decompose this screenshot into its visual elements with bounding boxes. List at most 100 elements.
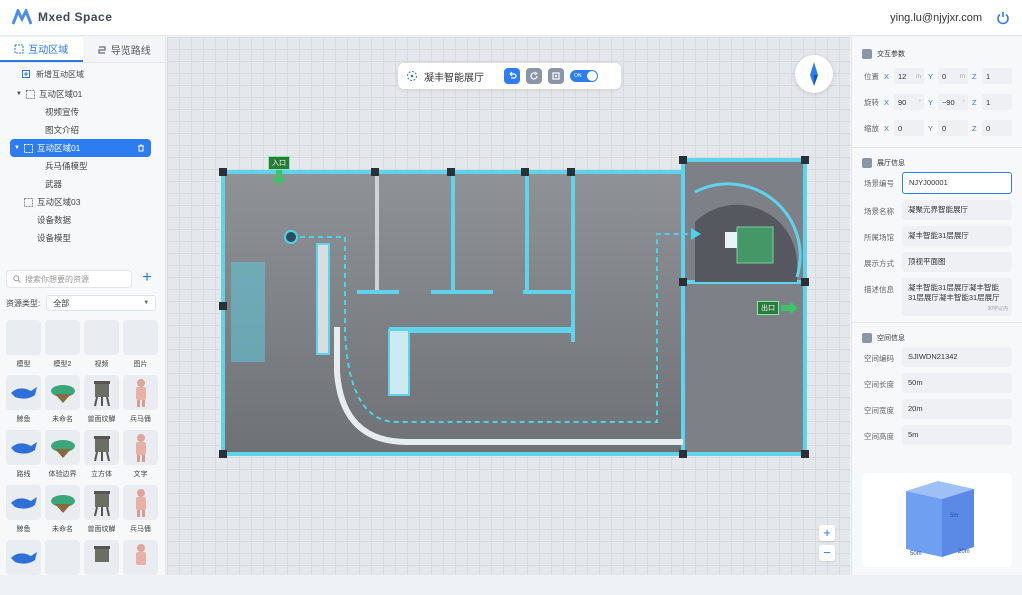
tree-item-area01-selected[interactable]: ▼ 互动区域01 (10, 139, 151, 157)
caret-down-icon: ▼ (143, 300, 150, 306)
asset-item[interactable]: 立方体 (84, 430, 119, 485)
caret-down-icon[interactable]: ▼ (16, 91, 22, 97)
tree-item-device-model[interactable]: 设备模型 (0, 229, 165, 247)
divider (852, 147, 1022, 148)
field-label: 展示方式 (864, 259, 894, 268)
scene-id-input[interactable]: NJYJ00001 (902, 172, 1012, 194)
refresh-icon (530, 71, 538, 80)
display-mode-input[interactable]: 顶视平面图 (902, 252, 1012, 272)
add-asset-button[interactable]: + (138, 270, 156, 288)
bronze-vessel-icon (84, 540, 119, 575)
position-z-input[interactable]: 1 (982, 68, 1012, 84)
position-x-input[interactable]: 12 m (894, 68, 924, 84)
rotation-x-input[interactable]: 90 ° (894, 94, 924, 110)
asset-type-select[interactable]: 全部 ▼ (46, 295, 157, 311)
scale-y-input[interactable]: 0 (938, 120, 968, 136)
tree-item-weapon[interactable]: 武器 (0, 175, 165, 193)
axis-x-label: X (884, 71, 890, 81)
venue-input[interactable]: 凝丰智能31层展厅 (902, 226, 1012, 246)
compass[interactable] (795, 55, 833, 93)
asset-item[interactable] (6, 540, 41, 595)
tab-interaction-area[interactable]: 互动区域 (0, 37, 83, 62)
asset-item[interactable] (123, 540, 158, 595)
description-textarea[interactable]: 凝丰智能31层展厅凝丰智能31层展厅凝丰智能31层展厅 30字以内 (902, 278, 1012, 316)
asset-item[interactable] (84, 540, 119, 595)
asset-item[interactable]: 路线 (6, 430, 41, 485)
asset-thumb-empty (123, 320, 158, 355)
cube-height-label: 5m (950, 513, 959, 519)
delete-icon[interactable] (137, 144, 145, 152)
route-start (284, 230, 298, 244)
tree-item-video[interactable]: 视频宣传 (0, 103, 165, 121)
bronze-vessel-icon (84, 375, 119, 410)
asset-label: 视频 (94, 361, 109, 368)
floorplan-canvas[interactable]: 凝丰智能展厅 ON 入口 出口 + − (167, 37, 850, 575)
tree-item-area01[interactable]: ▼ 互动区域01 (0, 85, 165, 103)
space-height-input[interactable]: 5m (902, 425, 1012, 445)
asset-item[interactable]: 文字 (123, 430, 158, 485)
field-label: 场景名称 (864, 207, 894, 216)
fit-view-button[interactable] (548, 68, 564, 84)
asset-item[interactable] (45, 540, 80, 595)
asset-label: 图片 (133, 361, 148, 368)
asset-item[interactable]: 未命名 (45, 485, 80, 540)
scale-x-input[interactable]: 0 (894, 120, 924, 136)
exit-label: 出口 (757, 301, 779, 315)
asset-item[interactable]: 模型 (6, 320, 41, 375)
asset-item[interactable]: 兵马俑 (123, 375, 158, 430)
space-code-input[interactable]: SJIWDN21342 (902, 347, 1012, 367)
asset-item[interactable]: 体验边界 (45, 430, 80, 485)
cube-icon (862, 333, 872, 343)
asset-item[interactable]: 图片 (123, 320, 158, 375)
tree-item-area03[interactable]: 互动区域03 (0, 193, 165, 211)
section-title: 交互参数 (877, 51, 905, 58)
asset-item[interactable]: 模型2 (45, 320, 80, 375)
entrance-marker[interactable]: 入口 (268, 156, 290, 186)
whale-icon (6, 540, 41, 575)
power-icon[interactable] (996, 11, 1010, 25)
add-area-button[interactable]: 新增互动区域 (0, 63, 165, 85)
exit-marker[interactable]: 出口 (757, 300, 799, 316)
asset-item[interactable]: 视频 (84, 320, 119, 375)
user-email[interactable]: ying.lu@njyjxr.com (890, 12, 982, 24)
asset-item[interactable]: 兽面纹觯 (84, 485, 119, 540)
tree-item-terracotta[interactable]: 兵马俑模型 (0, 157, 165, 175)
asset-item[interactable]: 鲸鱼 (6, 375, 41, 430)
view-toggle[interactable]: ON (570, 70, 598, 82)
tree-item-graphic[interactable]: 图文介绍 (0, 121, 165, 139)
undo-button[interactable] (504, 68, 520, 84)
area-select-icon[interactable] (406, 70, 418, 82)
scale-z-input[interactable]: 0 (982, 120, 1012, 136)
position-row: 位置 X 12 m Y 0m Z 1 (852, 63, 1022, 89)
asset-item[interactable]: 未命名 (45, 375, 80, 430)
asset-search-input[interactable]: 搜索你想要的资源 (6, 270, 132, 288)
tab-tour-route[interactable]: 导览路线 (83, 37, 166, 62)
asset-item[interactable]: 鲸鱼 (6, 485, 41, 540)
caret-down-icon[interactable]: ▼ (14, 145, 20, 151)
island-icon (45, 430, 80, 465)
asset-label: 体验边界 (48, 471, 77, 478)
zoom-in-button[interactable]: + (819, 525, 835, 541)
tree-label: 设备数据 (37, 215, 72, 225)
entrance-label: 入口 (268, 156, 290, 170)
rotation-z-input[interactable]: 1 (982, 94, 1012, 110)
space-width-input[interactable]: 20m (902, 399, 1012, 419)
asset-label: 模型 (16, 361, 31, 368)
area-tree: ▼ 互动区域01 视频宣传 图文介绍 ▼ 互动区域01 兵马俑模型 武器 互动区… (0, 85, 165, 247)
scene-name-input[interactable]: 凝聚元界智能展厅 (902, 200, 1012, 220)
asset-thumb-empty (45, 320, 80, 355)
asset-thumb-empty (84, 320, 119, 355)
asset-item[interactable]: 兽面纹觯 (84, 375, 119, 430)
axis-z-label: Z (972, 123, 977, 133)
tree-item-device-data[interactable]: 设备数据 (0, 211, 165, 229)
position-y-input[interactable]: 0m (938, 68, 968, 84)
refresh-button[interactable] (526, 68, 542, 84)
logo[interactable]: Mxed Space (12, 9, 112, 25)
asset-item[interactable]: 兵马俑 (123, 485, 158, 540)
field-label: 所属场馆 (864, 233, 894, 242)
scene-id-row: 场景编号 NJYJ00001 (852, 172, 1022, 194)
zoom-out-button[interactable]: − (819, 545, 835, 561)
rotation-y-input[interactable]: −90 ° (938, 94, 968, 110)
whale-icon (6, 485, 41, 520)
space-length-input[interactable]: 50m (902, 373, 1012, 393)
